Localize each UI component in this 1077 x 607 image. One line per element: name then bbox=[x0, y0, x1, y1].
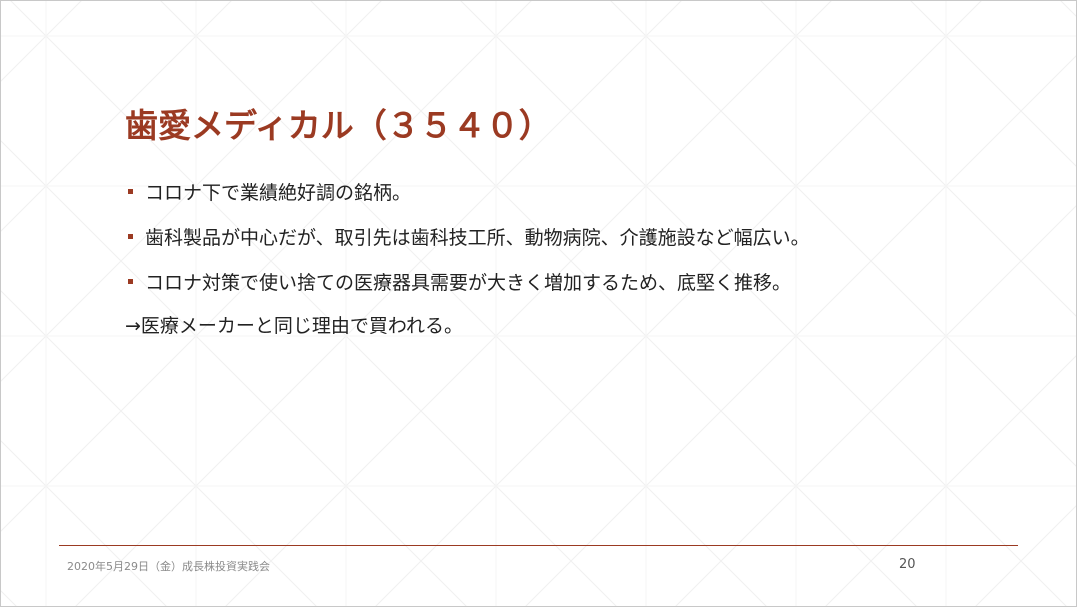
square-bullet-icon bbox=[128, 234, 133, 239]
slide-title: 歯愛メディカル（３５４０） bbox=[125, 106, 552, 145]
bullet-text: コロナ対策で使い捨ての医療器具需要が大きく増加するため、底堅く推移。 bbox=[145, 272, 792, 294]
page-number: 20 bbox=[899, 557, 916, 572]
bullet-item: コロナ対策で使い捨ての医療器具需要が大きく増加するため、底堅く推移。 bbox=[125, 269, 810, 314]
bullet-item: コロナ下で業績絶好調の銘柄。 bbox=[125, 179, 810, 224]
footer-date-event: 2020年5月29日（金）成長株投資実践会 bbox=[67, 560, 270, 573]
bullet-item: 歯科製品が中心だが、取引先は歯科技工所、動物病院、介護施設など幅広い。 bbox=[125, 224, 810, 269]
footer-divider bbox=[59, 545, 1018, 546]
square-bullet-icon bbox=[128, 279, 133, 284]
bullet-text: 歯科製品が中心だが、取引先は歯科技工所、動物病院、介護施設など幅広い。 bbox=[145, 227, 810, 249]
conclusion-note: →医療メーカーと同じ理由で買われる。 bbox=[125, 315, 463, 337]
slide: 歯愛メディカル（３５４０） コロナ下で業績絶好調の銘柄。 歯科製品が中心だが、取… bbox=[0, 0, 1077, 607]
bullet-text: コロナ下で業績絶好調の銘柄。 bbox=[145, 182, 412, 204]
square-bullet-icon bbox=[128, 189, 133, 194]
bullet-list: コロナ下で業績絶好調の銘柄。 歯科製品が中心だが、取引先は歯科技工所、動物病院、… bbox=[125, 179, 810, 314]
